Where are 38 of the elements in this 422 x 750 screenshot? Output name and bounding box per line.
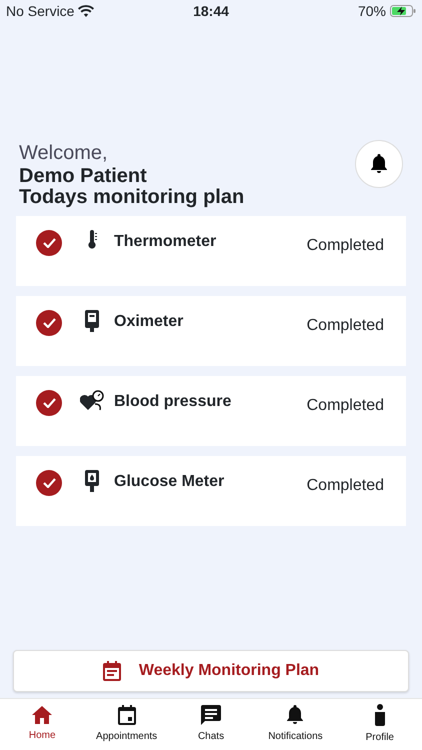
nav-tab[interactable]: Home (0, 699, 84, 750)
glucose-meter-icon (85, 470, 99, 492)
chat-icon (201, 705, 222, 725)
heart-gauge-icon (80, 390, 104, 412)
checkmark-icon (42, 478, 56, 488)
checkmark-icon (42, 318, 56, 328)
nav-tab[interactable]: Chats (168, 699, 254, 750)
checkmark-icon (42, 238, 56, 248)
greeting-text: Welcome, (19, 142, 109, 164)
oximeter-icon (85, 310, 99, 332)
user-name: Demo Patient (19, 164, 148, 188)
wifi-icon (78, 5, 94, 17)
battery-text: 70% (358, 2, 386, 20)
bell-icon (286, 705, 304, 725)
section-title: Todays monitoring plan (19, 185, 246, 210)
person-icon (374, 704, 386, 726)
checkmark-icon (42, 398, 56, 408)
thermometer-icon (86, 230, 98, 250)
status-text: Completed (306, 316, 384, 336)
device-name: Glucose Meter (114, 472, 224, 492)
home-icon (32, 706, 52, 724)
time-text: 18:44 (192, 2, 230, 20)
device-name: Thermometer (114, 232, 216, 252)
device-name: Oximeter (114, 312, 184, 332)
bell-icon (370, 154, 388, 174)
device-name: Blood pressure (114, 392, 232, 412)
nav-tab[interactable]: Appointments (84, 699, 169, 750)
status-text: Completed (306, 236, 384, 256)
weekly-plan-button[interactable]: Weekly Monitoring Plan (13, 650, 409, 692)
calendar-icon (102, 661, 121, 681)
status-text: Completed (306, 476, 384, 496)
nav-tab[interactable]: Profile (338, 699, 422, 750)
carrier-text: No Service (6, 2, 74, 20)
status-text: Completed (306, 396, 384, 416)
calendar-icon (118, 705, 136, 725)
battery-icon (390, 5, 416, 17)
notifications-button[interactable] (355, 140, 403, 188)
nav-tab[interactable]: Notifications (253, 699, 338, 750)
